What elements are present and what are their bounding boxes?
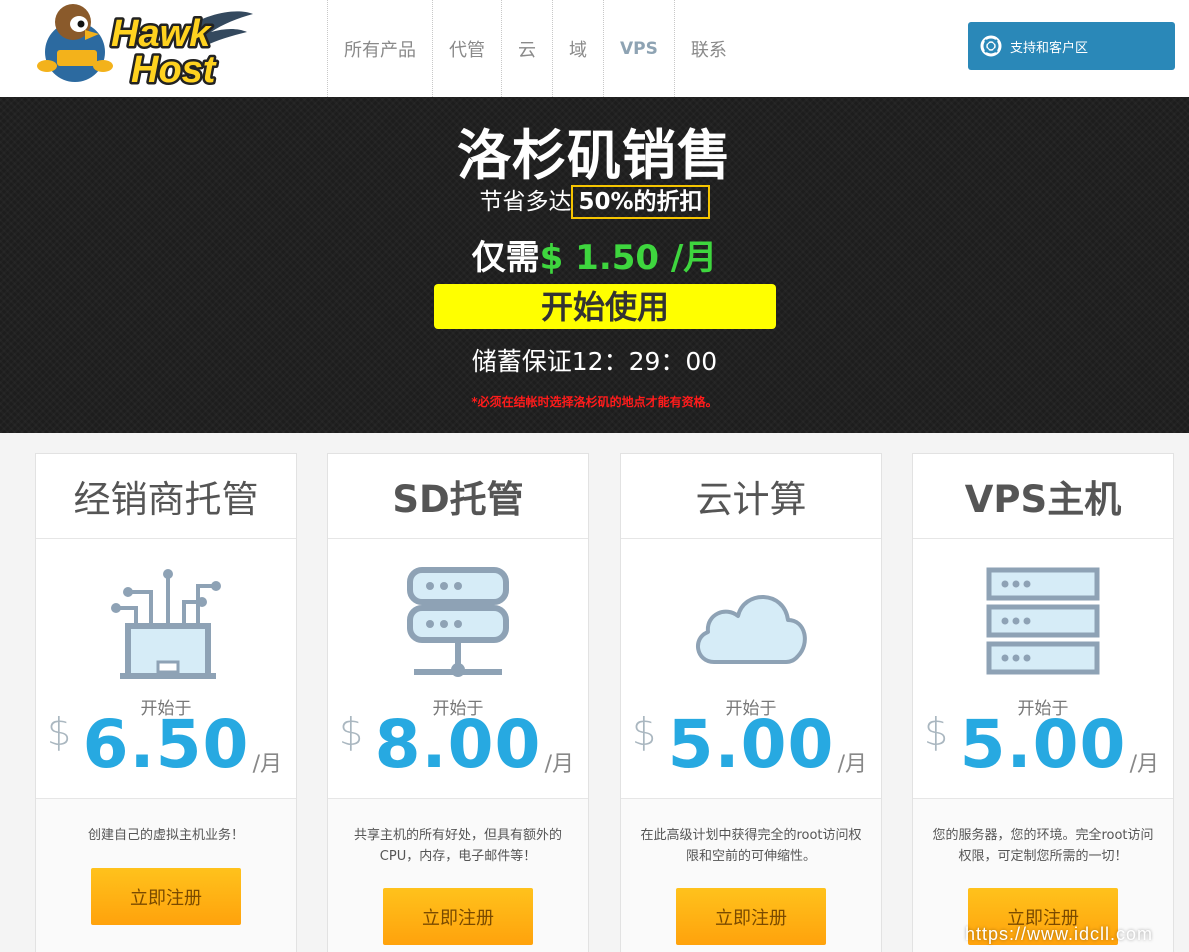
watermark-text: https://www.idcll.com (965, 924, 1154, 944)
plan-card-reseller: 经销商托管 开始于 $ 6.50 /月 创建自己的虚拟主机业务！ 立即注册 (35, 453, 297, 952)
nav-cloud[interactable]: 云 (501, 0, 552, 97)
support-button-label: 支持和客户区 (1010, 40, 1089, 56)
nav-all-products[interactable]: 所有产品 (327, 0, 432, 97)
plan-description: 创建自己的虚拟主机业务！ (87, 828, 244, 843)
order-now-button[interactable]: 立即注册 (676, 888, 826, 945)
price-period: /月 (1129, 752, 1159, 777)
hawk-host-logo[interactable]: Hawk Host (33, 0, 255, 86)
plan-card-sd-hosting: SD托管 开始于 $ 8.00 /月 共享主机的所有好处，但具有额外的CPU，内… (327, 453, 589, 952)
price-period: /月 (544, 752, 574, 777)
lifebuoy-icon (980, 35, 1002, 57)
plan-title: 经销商托管 (36, 454, 296, 539)
promo-discount: 节省多达 50%的折扣 (0, 182, 1189, 219)
support-client-area-button[interactable]: 支持和客户区 (968, 22, 1175, 70)
promo-title: 洛杉矶销售 (457, 124, 732, 187)
promo-price: 仅需$ 1.50 /月 (0, 230, 1189, 279)
discount-badge: 50%的折扣 (571, 185, 710, 219)
nav-contact[interactable]: 联系 (673, 0, 743, 97)
order-now-button[interactable]: 立即注册 (91, 868, 241, 925)
plan-title: SD托管 (328, 454, 588, 539)
plan-description: 在此高级计划中获得完全的root访问权限和空前的可伸缩性。 (640, 828, 862, 864)
order-now-button[interactable]: 立即注册 (383, 888, 533, 945)
promo-banner: 洛杉矶销售 节省多达 50%的折扣 仅需$ 1.50 /月 开始使用 储蓄保证12… (0, 97, 1189, 433)
svg-text:Host: Host (131, 49, 217, 86)
server-rack-icon (986, 567, 1100, 675)
server-icon (407, 567, 509, 677)
main-nav: 所有产品 代管 云 域 VPS 联系 (327, 0, 743, 97)
get-started-button[interactable]: 开始使用 (434, 284, 776, 329)
discount-prefix: 节省多达 (479, 189, 572, 215)
countdown-timer: 储蓄保证12：29：00 (471, 347, 718, 376)
plan-card-cloud: 云计算 开始于 $ 5.00 /月 在此高级计划中获得完全的root访问权限和空… (620, 453, 882, 952)
nav-domains[interactable]: 域 (552, 0, 603, 97)
promo-footnote: *必须在结帐时选择洛杉矶的地点才能有资格。 (471, 395, 718, 409)
plan-card-vps: VPS主机 开始于 $ 5.00 /月 您的服务器，您的环境。完全root访问权… (912, 453, 1174, 952)
site-header: Hawk Host 所有产品 代管 云 域 VPS 联系 支持和客户区 (0, 0, 1189, 97)
cloud-icon (696, 595, 807, 664)
plan-title: 云计算 (621, 454, 881, 539)
price-period: /月 (837, 752, 867, 777)
plan-description: 共享主机的所有好处，但具有额外的CPU，内存，电子邮件等！ (353, 828, 562, 864)
price-prefix: 仅需 (471, 238, 540, 278)
plan-title: VPS主机 (913, 454, 1173, 539)
nav-managed[interactable]: 代管 (432, 0, 501, 97)
plan-description: 您的服务器，您的环境。完全root访问权限，可定制您所需的一切！ (932, 828, 1154, 864)
price-value: $ 1.50 /月 (539, 238, 718, 278)
reseller-network-icon (111, 569, 221, 679)
nav-vps[interactable]: VPS (603, 0, 674, 97)
price-period: /月 (252, 752, 282, 777)
